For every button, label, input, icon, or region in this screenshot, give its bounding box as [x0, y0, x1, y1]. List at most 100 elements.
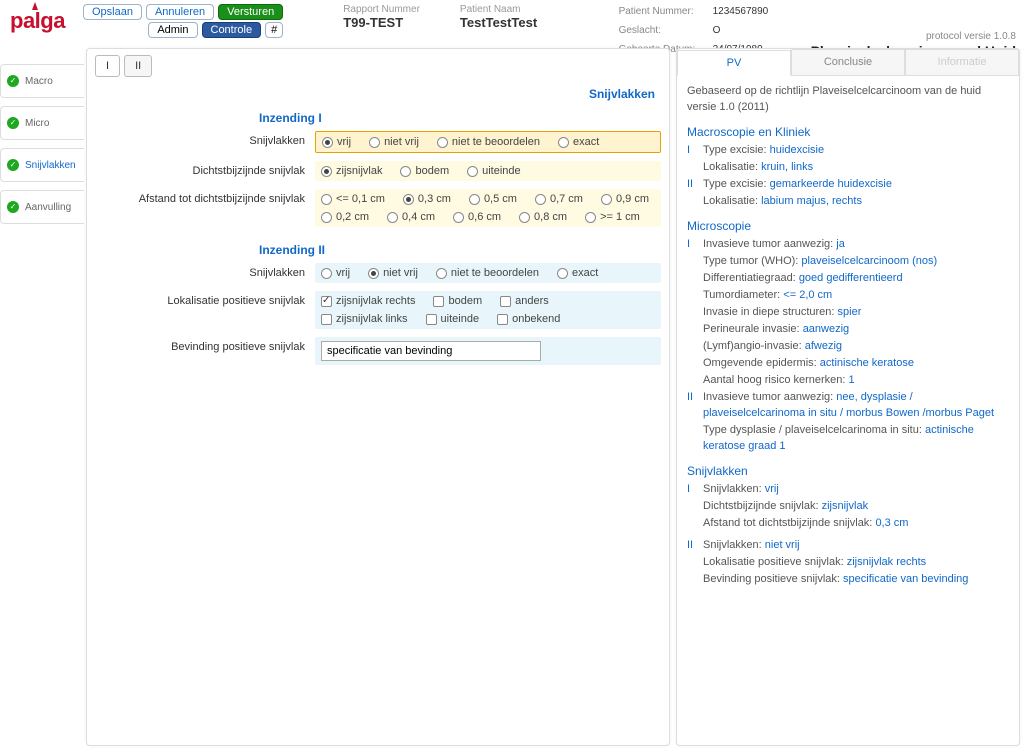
controle-button[interactable]: Controle [202, 22, 262, 38]
opt-exact[interactable]: exact [558, 136, 599, 148]
radio-icon [321, 194, 332, 205]
chk-onbekend[interactable]: onbekend [497, 313, 560, 325]
radio-icon [368, 268, 379, 279]
micro-i-peri: Perineurale invasie: aanwezig [703, 322, 849, 338]
chk-uiteinde[interactable]: uiteinde [426, 313, 480, 325]
opt-label: niet te beoordelen [451, 267, 539, 279]
patient-name: TestTestTest [460, 15, 537, 30]
opt-vrij[interactable]: vrij [322, 136, 351, 148]
opt-zijsnijvlak[interactable]: zijsnijvlak [321, 165, 382, 177]
opslaan-button[interactable]: Opslaan [83, 4, 142, 20]
tab-i[interactable]: I [95, 55, 120, 77]
opt-bodem[interactable]: bodem [400, 165, 449, 177]
versturen-button[interactable]: Versturen [218, 4, 283, 20]
opt-label: bodem [448, 295, 482, 307]
opt2-niet-te-beoordelen[interactable]: niet te beoordelen [436, 267, 539, 279]
check-icon [7, 117, 19, 129]
opt-label: 0,3 cm [418, 193, 451, 205]
annuleren-button[interactable]: Annuleren [146, 4, 214, 20]
nav-macro[interactable]: Macro [0, 64, 84, 98]
right-panel: PV Conclusie Informatie Gebaseerd op de … [676, 48, 1020, 746]
chk-anders[interactable]: anders [500, 295, 549, 307]
opt-05cm[interactable]: 0,5 cm [469, 193, 517, 205]
radio-icon [557, 268, 568, 279]
snij-i-d: Dichtstbijzijnde snijvlak: zijsnijvlak [703, 499, 868, 515]
macro-ii-lok: Lokalisatie: labium majus, rechts [703, 194, 862, 210]
admin-button[interactable]: Admin [148, 22, 197, 38]
nav-label: Macro [25, 76, 53, 87]
opt-label: onbekend [512, 313, 560, 325]
opt2-vrij[interactable]: vrij [321, 267, 350, 279]
nav-aanvulling[interactable]: Aanvulling [0, 190, 84, 224]
radio-icon [403, 194, 414, 205]
check-icon [7, 75, 19, 87]
tab-pv[interactable]: PV [677, 50, 791, 76]
nav-snijvlakken[interactable]: Snijvlakken [0, 148, 84, 182]
radio-icon [437, 137, 448, 148]
opt-label: <= 0,1 cm [336, 193, 385, 205]
opt-07cm[interactable]: 0,7 cm [535, 193, 583, 205]
checkbox-icon [497, 314, 508, 325]
opt-04cm[interactable]: 0,4 cm [387, 211, 435, 223]
roman-ii: II [687, 538, 697, 554]
opt-label: anders [515, 295, 549, 307]
tab-conclusie[interactable]: Conclusie [791, 49, 905, 75]
snij-ii-sn: Snijvlakken: niet vrij [703, 538, 800, 554]
opt2-niet-vrij[interactable]: niet vrij [368, 267, 418, 279]
opt-uiteinde[interactable]: uiteinde [467, 165, 521, 177]
snijvlakken-ii-label: Snijvlakken [95, 263, 315, 279]
micro-i-inv: Invasieve tumor aanwezig: ja [703, 237, 845, 253]
radio-icon [400, 166, 411, 177]
roman-ii: II [687, 177, 697, 193]
chk-zij-rechts[interactable]: zijsnijvlak rechts [321, 295, 415, 307]
opt2-exact[interactable]: exact [557, 267, 598, 279]
snij-ii-l: Lokalisatie positieve snijvlak: zijsnijv… [703, 555, 926, 571]
checkbox-icon [321, 296, 332, 307]
radio-icon [453, 212, 464, 223]
opt-1cm[interactable]: >= 1 cm [585, 211, 640, 223]
snij-ii-b: Bevinding positieve snijvlak: specificat… [703, 572, 968, 588]
opt-label: exact [572, 267, 598, 279]
nav-label: Snijvlakken [25, 160, 76, 171]
checkbox-icon [433, 296, 444, 307]
hash-button[interactable]: # [265, 22, 283, 38]
opt-08cm[interactable]: 0,8 cm [519, 211, 567, 223]
chk-zij-links[interactable]: zijsnijvlak links [321, 313, 408, 325]
protocol-version: protocol versie 1.0.8 [926, 31, 1016, 42]
opt-09cm[interactable]: 0,9 cm [601, 193, 649, 205]
nav-label: Micro [25, 118, 49, 129]
report-number-label: Rapport Nummer [343, 4, 420, 15]
bevinding-input[interactable] [321, 341, 541, 361]
micro-ii-dys: Type dysplasie / plaveiselcelcarinoma in… [703, 423, 1009, 455]
opt-niet-vrij[interactable]: niet vrij [369, 136, 419, 148]
opt-label: 0,4 cm [402, 211, 435, 223]
tab-informatie[interactable]: Informatie [905, 49, 1019, 75]
chk-bodem[interactable]: bodem [433, 295, 482, 307]
nav-micro[interactable]: Micro [0, 106, 84, 140]
check-icon [7, 201, 19, 213]
opt-01cm[interactable]: <= 0,1 cm [321, 193, 385, 205]
bevinding-label: Bevinding positieve snijvlak [95, 337, 315, 353]
opt-label: 0,7 cm [550, 193, 583, 205]
opt-label: vrij [336, 267, 350, 279]
dicht-label: Dichtstbijzijnde snijvlak [95, 161, 315, 177]
opt-03cm[interactable]: 0,3 cm [403, 193, 451, 205]
tab-ii[interactable]: II [124, 55, 152, 77]
opt-label: 0,9 cm [616, 193, 649, 205]
micro-i-lymf: (Lymf)angio-invasie: afwezig [703, 339, 842, 355]
roman-i: I [687, 237, 697, 253]
opt-02cm[interactable]: 0,2 cm [321, 211, 369, 223]
macro-heading: Macroscopie en Kliniek [687, 124, 1009, 141]
opt-niet-te-beoordelen[interactable]: niet te beoordelen [437, 136, 540, 148]
checkbox-icon [426, 314, 437, 325]
radio-icon [321, 212, 332, 223]
radio-icon [601, 194, 612, 205]
opt-06cm[interactable]: 0,6 cm [453, 211, 501, 223]
radio-icon [519, 212, 530, 223]
section-inzending-ii: Inzending II [95, 241, 661, 259]
roman-ii: II [687, 390, 697, 422]
snij-i-a: Afstand tot dichtstbijzijnde snijvlak: 0… [703, 516, 908, 532]
panel-title: Snijvlakken [95, 83, 661, 109]
opt-label: niet te beoordelen [452, 136, 540, 148]
opt-label: exact [573, 136, 599, 148]
